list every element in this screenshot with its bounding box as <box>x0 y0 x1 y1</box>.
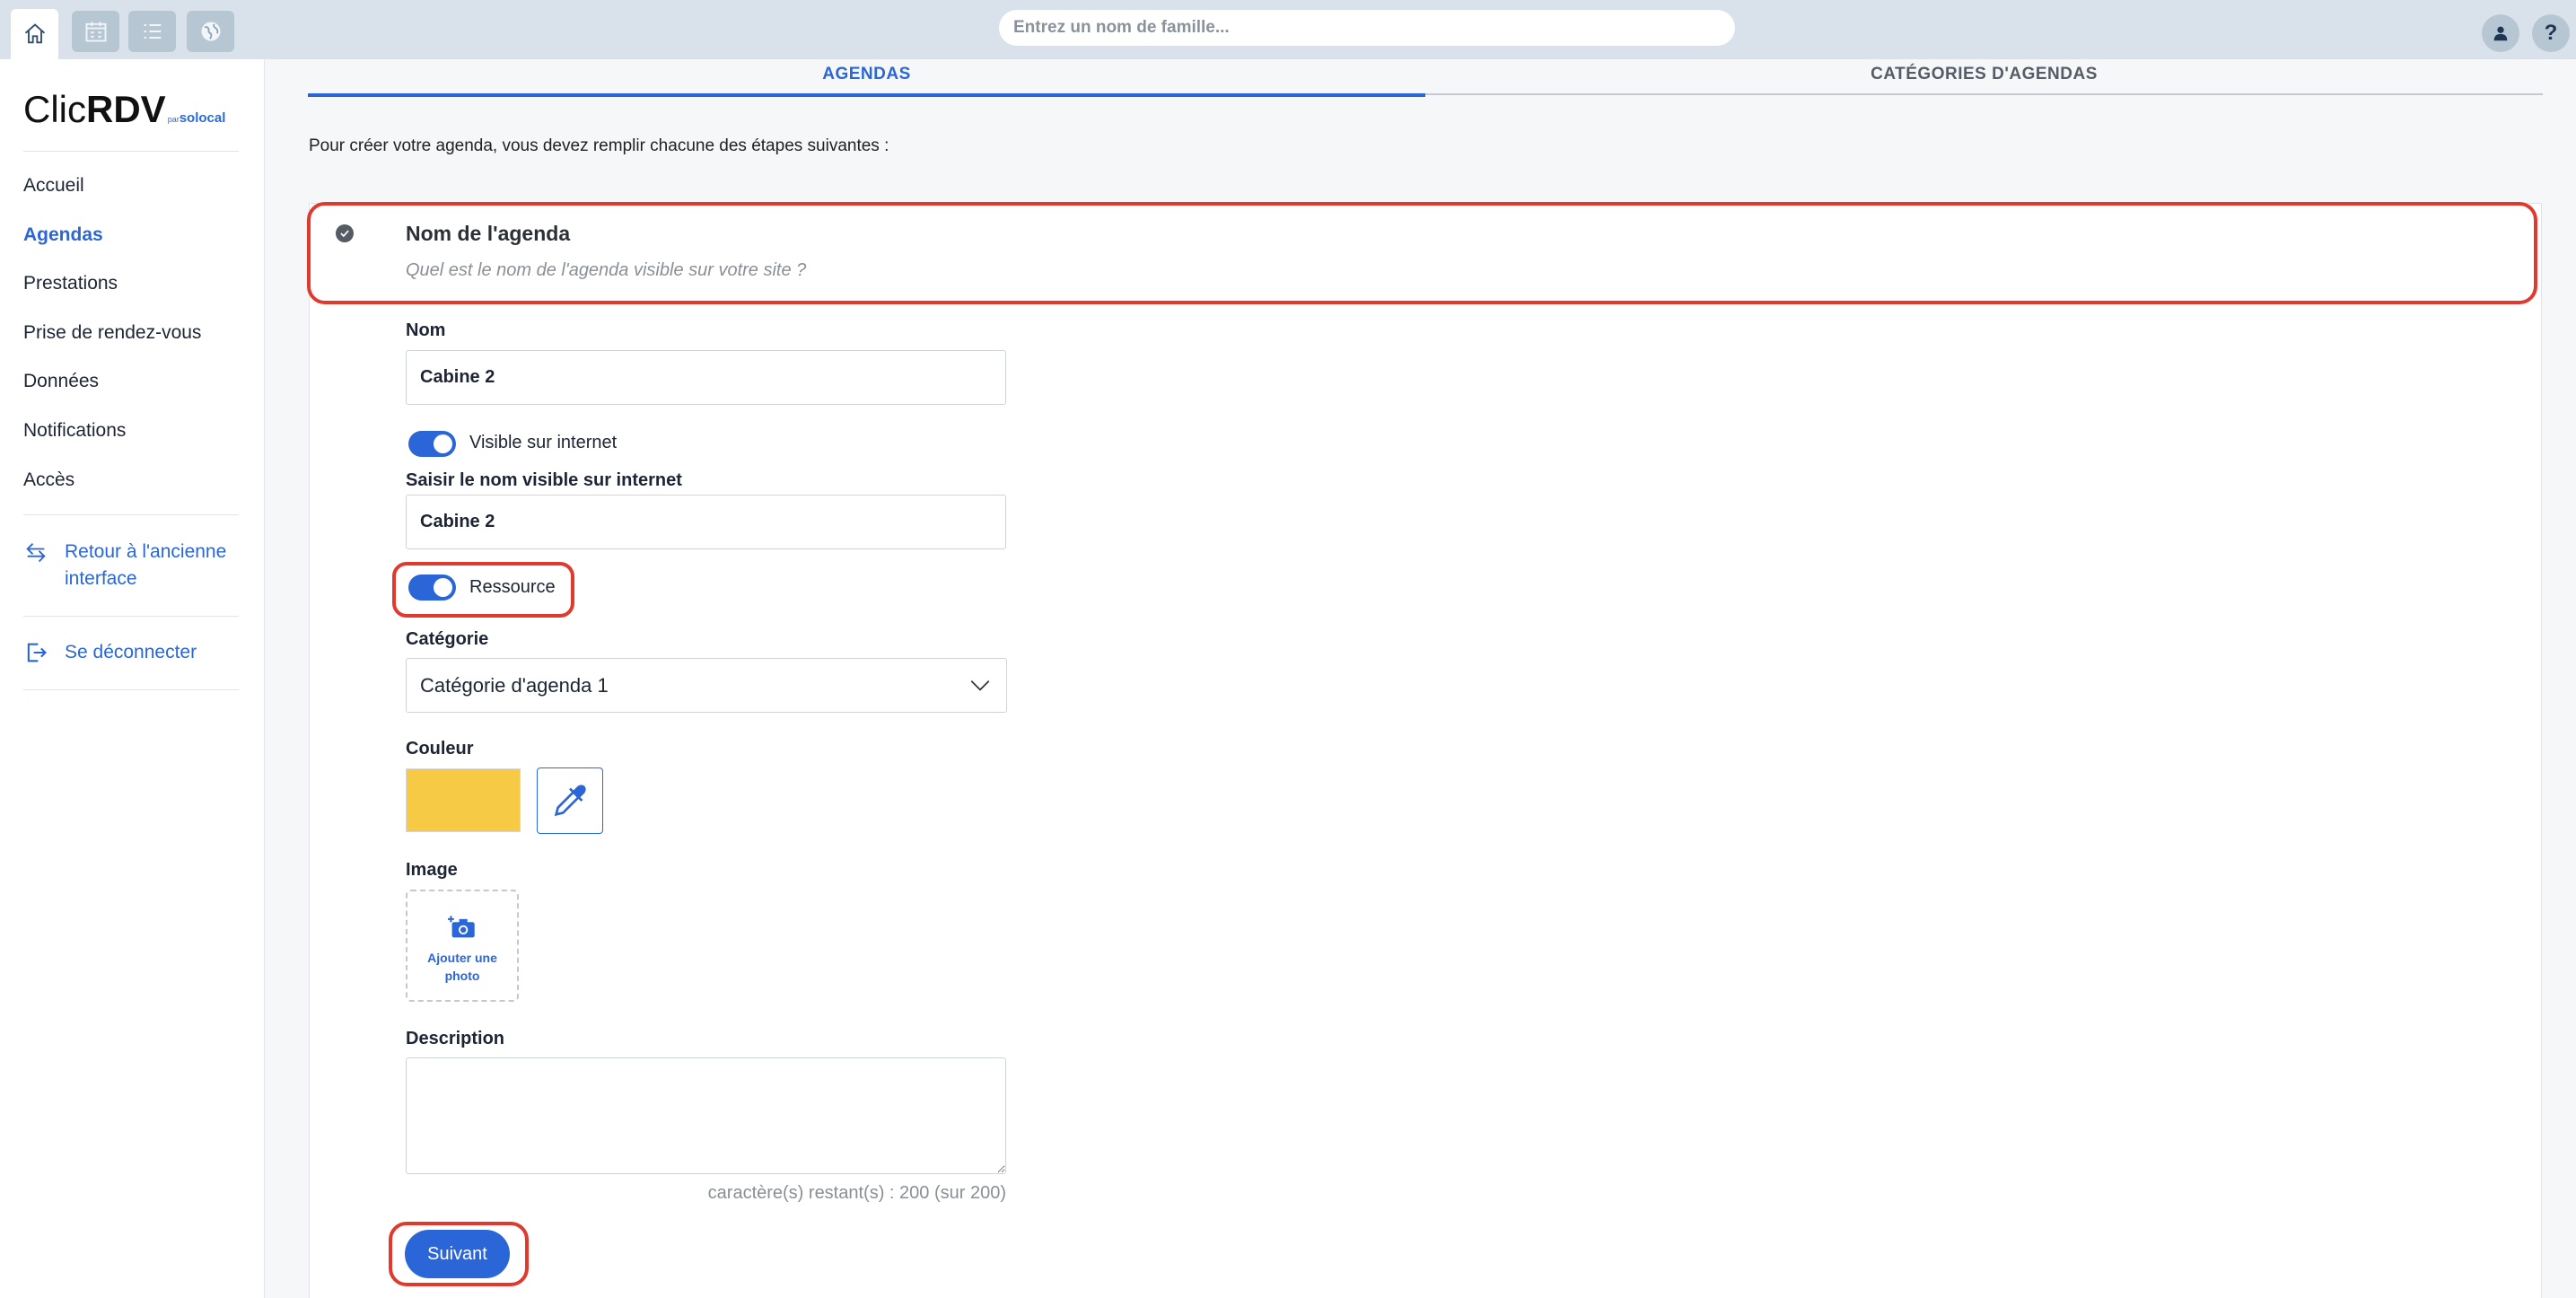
sidebar-item-prise-de-rendez-vous[interactable]: Prise de rendez-vous <box>23 322 201 344</box>
add-photo-button[interactable]: Ajouter une photo <box>406 890 519 1002</box>
description-label: Description <box>406 1029 505 1048</box>
ressource-toggle[interactable] <box>408 574 456 601</box>
couleur-label: Couleur <box>406 739 474 759</box>
eyedropper-icon <box>554 785 586 817</box>
suivant-button[interactable]: Suivant <box>405 1230 510 1278</box>
logo-par: par <box>167 115 180 124</box>
intro-text: Pour créer votre agenda, vous devez remp… <box>309 136 889 155</box>
sidebar-divider <box>23 514 239 515</box>
logout-link[interactable]: Se déconnecter <box>23 639 197 666</box>
visible-name-label: Saisir le nom visible sur internet <box>406 470 682 490</box>
step-highlight <box>307 202 2537 304</box>
categorie-select[interactable]: Catégorie d'agenda 1 <box>406 658 1007 713</box>
sidebar-divider <box>23 151 239 152</box>
chevron-down-icon <box>970 680 990 691</box>
sidebar-divider <box>23 689 239 690</box>
sidebar-item-donnees[interactable]: Données <box>23 371 99 392</box>
home-icon[interactable] <box>11 9 58 59</box>
logout-icon <box>27 643 47 662</box>
top-bar: ? <box>0 0 2576 59</box>
description-textarea[interactable] <box>406 1057 1006 1174</box>
image-label: Image <box>406 860 458 880</box>
list-icon[interactable] <box>128 11 176 52</box>
color-picker-button[interactable] <box>537 767 603 834</box>
sidebar-item-prestations[interactable]: Prestations <box>23 273 118 294</box>
categorie-label: Catégorie <box>406 629 489 649</box>
visible-internet-label: Visible sur internet <box>469 433 618 452</box>
back-link-label: Retour à l'ancienne interface <box>65 541 227 589</box>
logo-bold-text: RDV <box>86 88 166 130</box>
calendar-icon[interactable] <box>72 11 119 52</box>
logo-brand: solocal <box>179 110 226 126</box>
swap-arrows-icon <box>26 543 46 563</box>
add-photo-label: Ajouter une photo <box>427 951 497 983</box>
tab-agendas[interactable]: AGENDAS <box>308 65 1425 97</box>
globe-icon[interactable] <box>187 11 234 52</box>
logout-label: Se déconnecter <box>65 642 197 662</box>
nom-label: Nom <box>406 320 446 340</box>
sidebar-item-agendas[interactable]: Agendas <box>23 224 103 246</box>
sidebar-item-acces[interactable]: Accès <box>23 469 74 491</box>
help-button[interactable]: ? <box>2532 14 2570 52</box>
nom-input[interactable] <box>406 350 1006 405</box>
search-input[interactable] <box>999 10 1735 46</box>
sidebar-item-accueil[interactable]: Accueil <box>23 175 84 197</box>
tab-categories-agendas[interactable]: CATÉGORIES D'AGENDAS <box>1425 65 2543 95</box>
visible-internet-toggle[interactable] <box>408 431 456 457</box>
categorie-value: Catégorie d'agenda 1 <box>420 674 609 697</box>
logo-text: Clic <box>23 88 86 130</box>
sidebar-item-notifications[interactable]: Notifications <box>23 420 126 442</box>
color-swatch[interactable] <box>406 768 521 832</box>
back-to-old-interface-link[interactable]: Retour à l'ancienne interface <box>23 539 239 592</box>
char-counter: caractère(s) restant(s) : 200 (sur 200) <box>707 1183 1006 1203</box>
sidebar-divider <box>23 616 239 617</box>
logo: ClicRDV parsolocal <box>23 88 225 131</box>
visible-name-input[interactable] <box>406 495 1006 549</box>
add-camera-icon <box>448 916 475 938</box>
user-icon[interactable] <box>2482 14 2519 52</box>
step-subtitle: Quel est le nom de l'agenda visible sur … <box>406 260 807 280</box>
step-title: Nom de l'agenda <box>406 222 571 245</box>
ressource-label: Ressource <box>469 577 556 597</box>
check-icon <box>336 224 354 242</box>
